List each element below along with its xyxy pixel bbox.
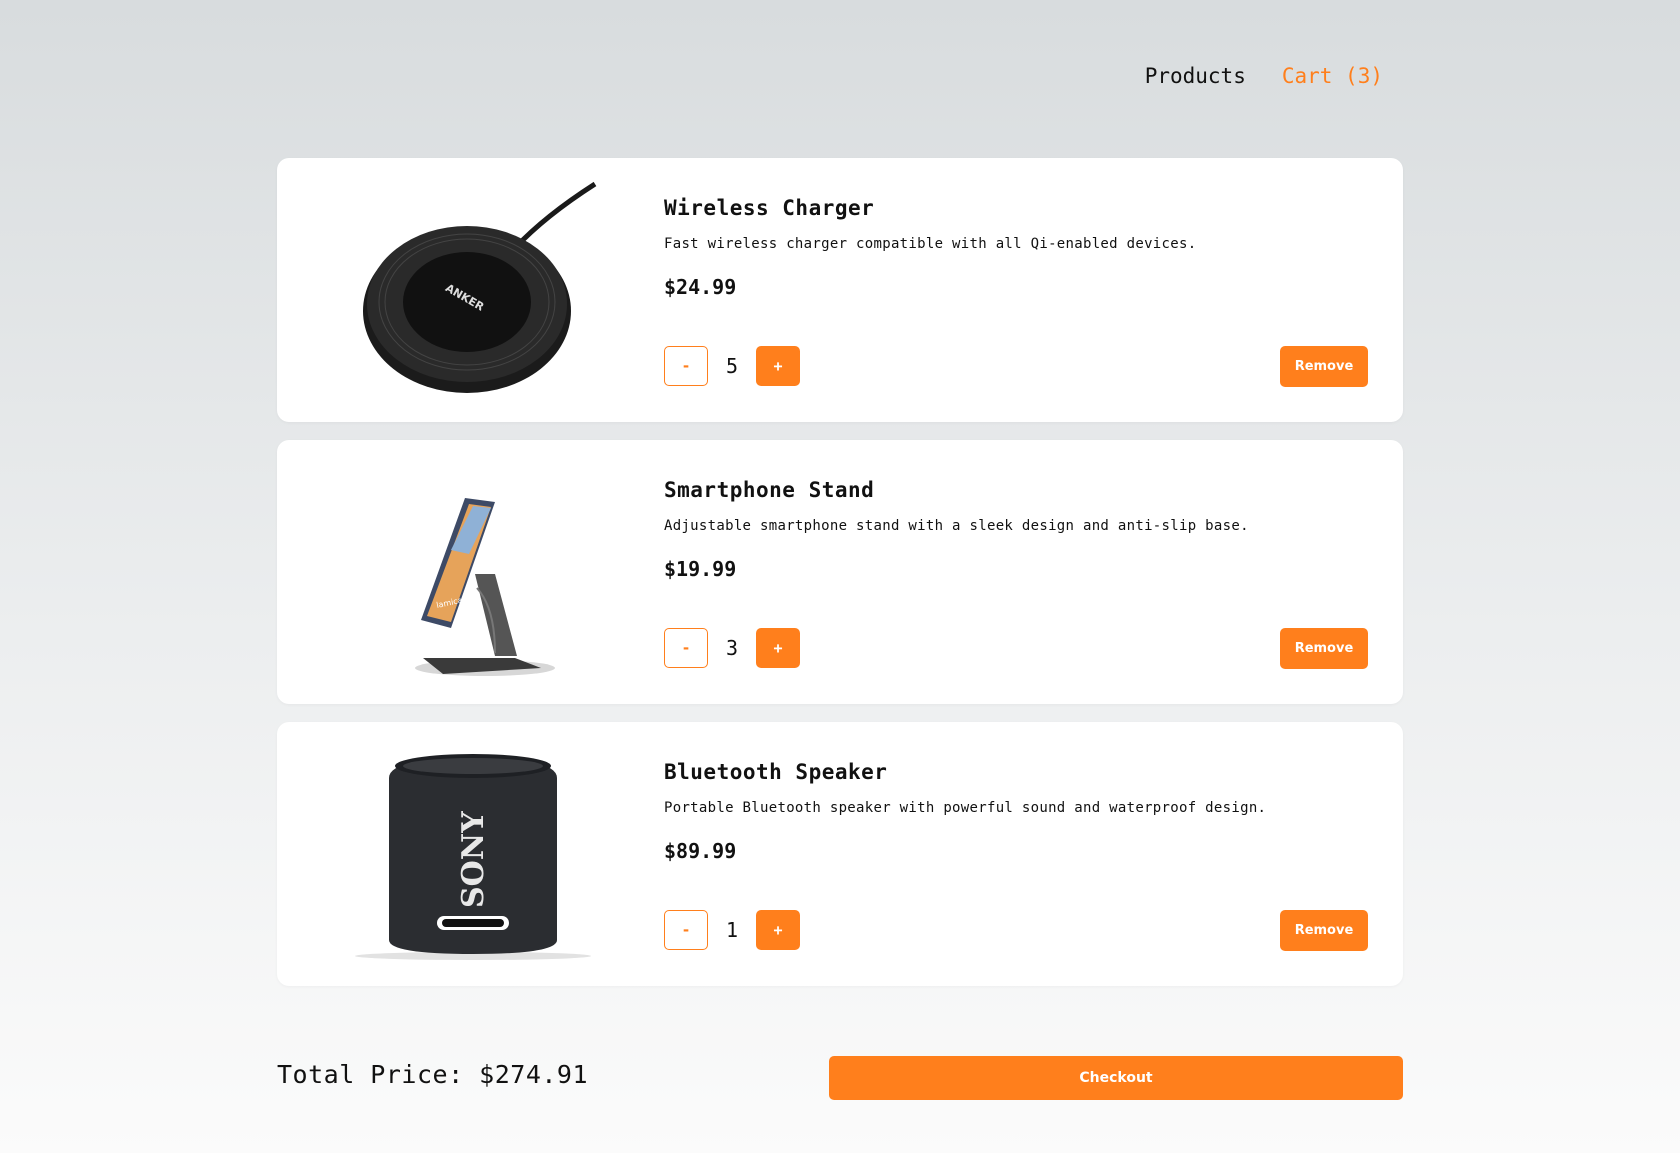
quantity-value: 1	[725, 918, 739, 942]
item-title: Wireless Charger	[664, 196, 875, 220]
cart-item-card: SONY Bluetooth Speaker Portable Bluetoot…	[277, 722, 1403, 986]
checkout-button[interactable]: Checkout	[829, 1056, 1403, 1100]
total-price: Total Price: $274.91	[277, 1060, 589, 1089]
item-description: Fast wireless charger compatible with al…	[664, 236, 1197, 252]
increase-quantity-button[interactable]: +	[756, 628, 800, 668]
remove-item-button[interactable]: Remove	[1280, 628, 1368, 669]
remove-item-button[interactable]: Remove	[1280, 346, 1368, 387]
quantity-stepper: - 5 +	[664, 346, 800, 386]
quantity-stepper: - 1 +	[664, 910, 800, 950]
decrease-quantity-button[interactable]: -	[664, 346, 708, 386]
item-title: Bluetooth Speaker	[664, 760, 888, 784]
item-price: $24.99	[664, 275, 737, 299]
speaker-brand-text: SONY	[456, 811, 491, 908]
top-nav: Products Cart (3)	[1145, 64, 1383, 88]
quantity-stepper: - 3 +	[664, 628, 800, 668]
increase-quantity-button[interactable]: +	[756, 346, 800, 386]
decrease-quantity-button[interactable]: -	[664, 628, 708, 668]
remove-item-button[interactable]: Remove	[1280, 910, 1368, 951]
wireless-charger-image: ANKER	[345, 176, 601, 404]
item-title: Smartphone Stand	[664, 478, 875, 502]
bluetooth-speaker-image: SONY	[345, 740, 601, 968]
cart-item-card: lamicall Smartphone Stand Adjustable sma…	[277, 440, 1403, 704]
decrease-quantity-button[interactable]: -	[664, 910, 708, 950]
nav-products-link[interactable]: Products	[1145, 64, 1246, 88]
item-price: $89.99	[664, 839, 737, 863]
increase-quantity-button[interactable]: +	[756, 910, 800, 950]
cart-list: ANKER Wireless Charger Fast wireless cha…	[277, 158, 1403, 1004]
item-description: Portable Bluetooth speaker with powerful…	[664, 800, 1267, 816]
cart-item-card: ANKER Wireless Charger Fast wireless cha…	[277, 158, 1403, 422]
item-price: $19.99	[664, 557, 737, 581]
quantity-value: 5	[725, 354, 739, 378]
smartphone-stand-image: lamicall	[345, 458, 601, 686]
quantity-value: 3	[725, 636, 739, 660]
item-description: Adjustable smartphone stand with a sleek…	[664, 518, 1249, 534]
nav-cart-link[interactable]: Cart (3)	[1282, 64, 1383, 88]
